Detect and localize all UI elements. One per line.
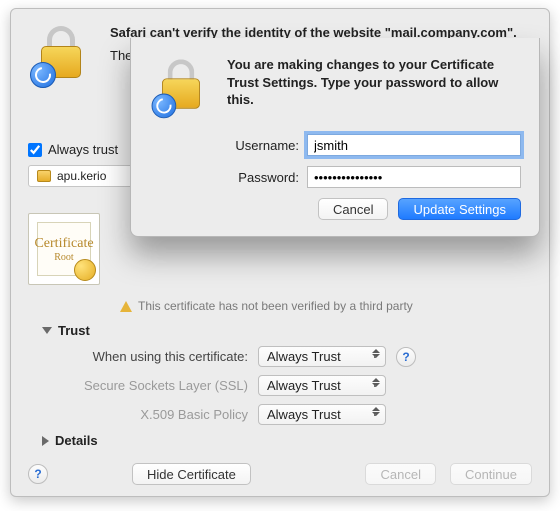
auth-sheet: You are making changes to your Certifica…	[130, 38, 540, 237]
hide-certificate-button[interactable]: Hide Certificate	[132, 463, 251, 485]
details-disclosure[interactable]: Details	[42, 433, 532, 448]
dialog-bottom-bar: ? Hide Certificate Cancel Continue	[28, 463, 532, 485]
certificate-chip-icon	[37, 170, 51, 182]
always-trust-label: Always trust	[48, 142, 118, 157]
dialog-help-button[interactable]: ?	[28, 464, 48, 484]
dialog-icon	[28, 24, 94, 82]
warning-icon	[120, 301, 132, 312]
username-field[interactable]	[307, 134, 521, 156]
safari-badge-icon	[152, 94, 177, 119]
certificate-warning-text: This certificate has not been verified b…	[138, 299, 413, 313]
password-field[interactable]	[307, 166, 521, 188]
always-trust-checkbox-row[interactable]: Always trust	[28, 142, 142, 157]
seal-icon	[74, 259, 96, 281]
trust-help-button[interactable]: ?	[396, 347, 416, 367]
continue-button: Continue	[450, 463, 532, 485]
always-trust-checkbox[interactable]	[28, 143, 42, 157]
ssl-label: Secure Sockets Layer (SSL)	[28, 378, 248, 393]
certificate-warning: This certificate has not been verified b…	[120, 299, 532, 313]
x509-popup[interactable]: Always Trust	[258, 404, 386, 425]
x509-label: X.509 Basic Policy	[28, 407, 248, 422]
password-label: Password:	[149, 170, 299, 185]
chevron-down-icon	[42, 327, 52, 334]
trust-settings: When using this certificate: Always Trus…	[28, 346, 532, 425]
ssl-popup[interactable]: Always Trust	[258, 375, 386, 396]
certificate-tree-item[interactable]: apu.kerio	[28, 165, 142, 187]
trust-section-label: Trust	[58, 323, 90, 338]
lock-icon	[36, 24, 86, 82]
auth-sheet-message: You are making changes to your Certifica…	[227, 56, 521, 114]
when-using-label: When using this certificate:	[28, 349, 248, 364]
when-using-popup[interactable]: Always Trust	[258, 346, 386, 367]
chevron-right-icon	[42, 436, 49, 446]
certificate-tree-item-label: apu.kerio	[57, 169, 106, 183]
details-section-label: Details	[55, 433, 98, 448]
certificate-graphic: Certificate Root	[28, 213, 100, 285]
auth-sheet-icon	[149, 56, 213, 114]
cancel-button: Cancel	[365, 463, 435, 485]
trust-disclosure[interactable]: Trust	[42, 323, 532, 338]
update-settings-button[interactable]: Update Settings	[398, 198, 521, 220]
safari-badge-icon	[30, 62, 56, 88]
username-label: Username:	[149, 138, 299, 153]
auth-cancel-button[interactable]: Cancel	[318, 198, 388, 220]
